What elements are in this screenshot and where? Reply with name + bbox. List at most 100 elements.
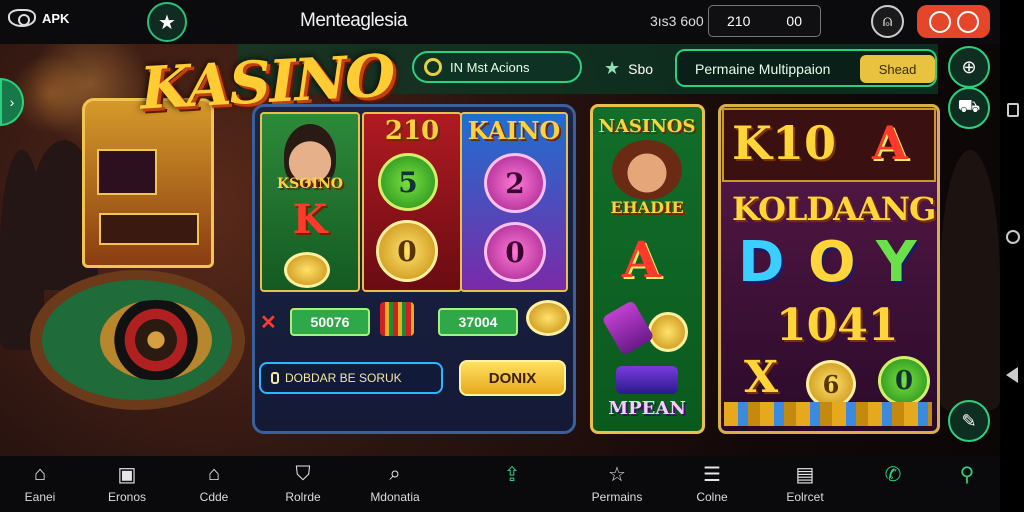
gear-icon bbox=[928, 10, 951, 33]
jackpot-number: 1041 bbox=[776, 300, 899, 351]
nav-item-eronos[interactable]: ▣ Eronos bbox=[100, 456, 154, 512]
eye-logo-icon bbox=[8, 9, 36, 27]
profile-button[interactable]: ⍝ bbox=[871, 5, 904, 38]
home-circle-icon[interactable] bbox=[1006, 230, 1020, 244]
roulette-wheel-image bbox=[100, 300, 212, 380]
phone-icon: ✆ bbox=[884, 463, 902, 486]
card-subtitle: EHADIE bbox=[610, 198, 684, 217]
balance-box[interactable]: 210 00 bbox=[708, 5, 821, 37]
card-letter: A bbox=[622, 230, 661, 289]
nav-item-eolrcet[interactable]: ▤ Eolrcet bbox=[778, 456, 832, 512]
nav-label: Colne bbox=[696, 490, 728, 504]
spectator-figure bbox=[940, 150, 1000, 410]
gift-icon: ⛉ bbox=[295, 462, 311, 485]
box-icon: ▣ bbox=[117, 463, 137, 486]
system-nav-bar bbox=[1000, 0, 1024, 512]
home-icon: ⌂ bbox=[33, 462, 47, 485]
cart-icon: ⛟ bbox=[957, 96, 981, 116]
close-x-icon[interactable]: ✕ bbox=[260, 310, 277, 335]
nav-item-upload[interactable]: ⇪ bbox=[494, 456, 530, 512]
star-icon: ☆ bbox=[608, 463, 626, 486]
nav-item-permains[interactable]: ☆ Permains bbox=[584, 456, 650, 512]
apk-badge[interactable]: APK bbox=[8, 9, 69, 27]
bet-amount-1[interactable]: 50076 bbox=[290, 308, 370, 336]
letter-y: Y bbox=[876, 230, 917, 295]
multiplier-label: Permaine Multippaion bbox=[695, 61, 831, 77]
multiplier-button[interactable]: Shead bbox=[860, 55, 935, 83]
promo-code-placeholder: DOBDAR BE SORUK bbox=[285, 371, 402, 385]
letter-d: D bbox=[738, 230, 785, 295]
edit-button[interactable]: ✎ bbox=[948, 400, 990, 442]
chip-2: 2 bbox=[484, 153, 546, 213]
star-icon: ★ bbox=[604, 58, 621, 78]
coin-6: 6 bbox=[806, 360, 856, 408]
settings-toggle-button[interactable] bbox=[917, 5, 990, 38]
card-title: 210 bbox=[384, 116, 440, 146]
sbo-label: Sbo bbox=[628, 60, 654, 77]
nav-item-search[interactable]: ⚲ bbox=[950, 456, 984, 512]
multiplier-bar: Permaine Multippaion Shead bbox=[675, 49, 937, 87]
submit-button[interactable]: DONIX bbox=[459, 360, 566, 396]
cart-button[interactable]: ⛟ bbox=[948, 87, 990, 129]
jackpot-a: A bbox=[872, 116, 908, 170]
promo-code-input[interactable]: DOBDAR BE SORUK bbox=[259, 362, 443, 394]
house-outline-icon: ⌂ bbox=[207, 462, 221, 485]
nav-label: Rolrde bbox=[285, 490, 321, 504]
chip-5: 5 bbox=[378, 153, 438, 211]
back-icon[interactable] bbox=[1006, 367, 1018, 383]
nav-label: Cdde bbox=[199, 490, 229, 504]
offer-pill[interactable]: IN Mst Acions bbox=[412, 51, 582, 83]
app-title: Menteaglesia bbox=[300, 10, 408, 31]
favorite-star-button[interactable]: ★ bbox=[147, 2, 187, 42]
search-icon: ⌕ bbox=[389, 462, 401, 485]
pencil-icon: ✎ bbox=[961, 410, 977, 431]
power-icon bbox=[956, 10, 979, 33]
nav-item-mdonatia[interactable]: ⌕ Mdonatia bbox=[366, 456, 424, 512]
app-screen: › APK ★ Menteaglesia 3ıs3 6o0 210 00 ⍝ I… bbox=[0, 0, 1024, 512]
chip-stack-icon bbox=[380, 302, 414, 336]
jackpot-k10: K10 bbox=[732, 116, 836, 170]
notes-icon: ▤ bbox=[795, 463, 815, 486]
user-icon: ⍝ bbox=[882, 12, 893, 30]
nav-item-home[interactable]: ⌂ Eanei bbox=[18, 456, 62, 512]
nav-label: Eanei bbox=[24, 490, 56, 504]
slot-tray bbox=[99, 213, 199, 245]
nav-item-colne[interactable]: ☰ Colne bbox=[690, 456, 734, 512]
nav-label: Mdonatia bbox=[370, 490, 420, 504]
menu-icon: ☰ bbox=[703, 463, 721, 486]
star-icon: ★ bbox=[158, 11, 176, 34]
coin-0: 0 bbox=[878, 356, 930, 406]
card-title: KAINO bbox=[467, 116, 561, 145]
balance-value-main: 210 bbox=[727, 13, 751, 29]
nav-item-cdde[interactable]: ⌂ Cdde bbox=[192, 456, 236, 512]
apk-label: APK bbox=[42, 10, 70, 26]
coins-icon bbox=[526, 300, 570, 336]
recents-icon[interactable] bbox=[1007, 103, 1019, 117]
card-title: KSOINO bbox=[276, 176, 343, 192]
coin-pile-image bbox=[724, 402, 932, 426]
card-letter: K bbox=[292, 196, 328, 243]
bet-amount-2[interactable]: 37004 bbox=[438, 308, 518, 336]
bottom-nav: ⌂ Eanei ▣ Eronos ⌂ Cdde ⛉ Rolrde ⌕ Mdona… bbox=[0, 456, 1000, 512]
share-button[interactable]: ⊕ bbox=[948, 46, 990, 88]
offer-label: IN Mst Acions bbox=[450, 59, 530, 75]
multiplier-x: X bbox=[744, 352, 779, 403]
card-footer: MPEAN bbox=[608, 398, 686, 419]
top-bar: APK ★ Menteaglesia 3ıs3 6o0 210 00 ⍝ bbox=[0, 0, 1000, 44]
sbo-link[interactable]: ★ Sbo bbox=[604, 58, 653, 79]
nav-item-rolrde[interactable]: ⛉ Rolrde bbox=[280, 456, 326, 512]
chip-0: 0 bbox=[376, 220, 438, 282]
letter-o: O bbox=[808, 230, 856, 295]
host-portrait-image bbox=[612, 140, 682, 200]
nav-label: Eronos bbox=[107, 490, 147, 504]
ticket-image bbox=[616, 366, 678, 394]
magnifier-icon: ⚲ bbox=[959, 463, 975, 486]
card-title: NASINOS bbox=[598, 116, 696, 137]
jackpot-banner: KOLDAANG bbox=[732, 190, 936, 228]
coin-icon bbox=[648, 312, 688, 352]
nav-label: Eolrcet bbox=[786, 490, 824, 504]
slot-reels bbox=[97, 149, 157, 195]
nav-label: Permains bbox=[591, 490, 643, 504]
coin-stack-icon bbox=[284, 252, 330, 288]
nav-item-phone[interactable]: ✆ bbox=[876, 456, 910, 512]
